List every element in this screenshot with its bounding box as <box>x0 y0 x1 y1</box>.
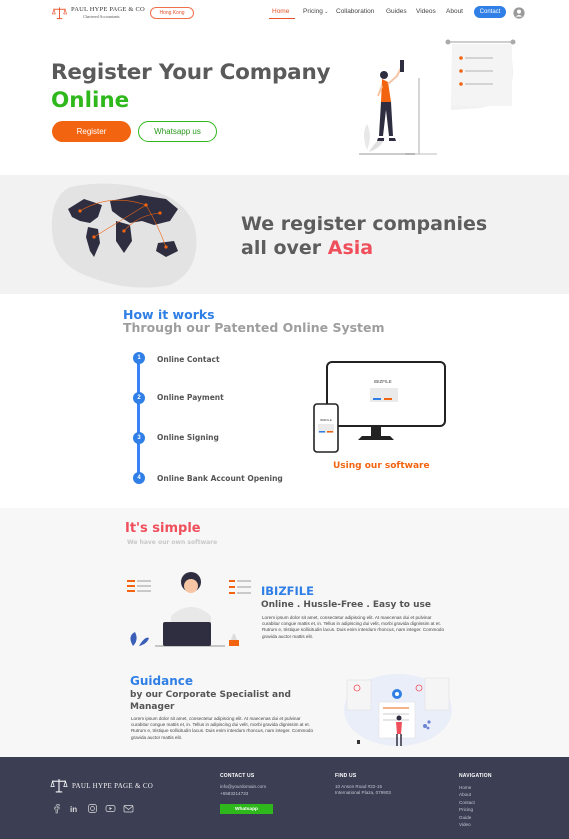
footer-nav-video[interactable]: Video <box>459 821 475 828</box>
footer-phone[interactable]: +6583214733 <box>220 791 248 797</box>
footer-nav-guide[interactable]: Guide <box>459 814 475 821</box>
logo-subtitle: Chartered Accountants <box>83 13 120 19</box>
how-it-works-subtitle: Through our Patented Online System <box>123 320 385 335</box>
footer-logo[interactable]: PAUL HYPE PAGE & CO <box>50 778 153 793</box>
step-number: 1 <box>133 352 145 364</box>
step-number: 4 <box>133 472 145 484</box>
ibizfile-screen-label: IBIZFILE <box>374 379 392 384</box>
nav-home[interactable]: Home <box>272 8 289 15</box>
mail-icon[interactable] <box>123 801 134 813</box>
guidance-subtitle: by our Corporate Specialist and Manager <box>130 690 291 712</box>
whatsapp-button[interactable]: Whatsapp us <box>138 121 217 142</box>
hero-title: Register Your Company <box>51 60 331 85</box>
asia-heading-line2: all over Asia <box>241 237 373 259</box>
ibizfile-title: IBIZFILE <box>261 584 314 598</box>
devices-illustration: IBIZFILE IBIZFILE <box>313 361 446 453</box>
linkedin-icon[interactable]: in <box>69 801 80 814</box>
step-number: 3 <box>133 432 145 444</box>
footer-nav-about[interactable]: About <box>459 791 475 798</box>
step-label: Online Bank Account Opening <box>157 474 283 483</box>
asia-section: We register companies all over Asia <box>0 175 569 294</box>
step-label: Online Signing <box>157 433 219 442</box>
footer-find-heading: FIND US <box>335 773 357 779</box>
footer-nav-heading: NAVIGATION <box>459 773 492 779</box>
nav-collaboration[interactable]: Collaboration <box>336 8 374 15</box>
youtube-icon[interactable] <box>105 801 116 812</box>
contact-button[interactable]: Contact <box>474 6 506 18</box>
register-button[interactable]: Register <box>52 121 131 142</box>
svg-text:in: in <box>70 805 77 814</box>
footer-logo-name: PAUL HYPE PAGE & CO <box>72 781 154 790</box>
ibizfile-illustration <box>127 572 251 647</box>
footer-contact-heading: CONTACT US <box>220 773 255 779</box>
world-map-illustration <box>51 183 197 288</box>
step-number: 2 <box>133 392 145 404</box>
scale-icon <box>50 779 68 793</box>
site-footer: PAUL HYPE PAGE & CO in CONTACT US info@y… <box>0 757 569 839</box>
footer-address-line2: International Plaza, 079903 <box>335 790 391 795</box>
footer-nav-contact[interactable]: Contact <box>459 799 475 806</box>
nav-pricing[interactable]: Pricing ⌄ <box>303 8 328 15</box>
simple-title: It's simple <box>125 521 201 536</box>
ibizfile-phone-label: IBIZFILE <box>320 418 332 422</box>
region-selector[interactable]: Hong Kong <box>150 7 194 19</box>
using-software-label: Using our software <box>333 461 430 471</box>
nav-active-indicator <box>269 18 295 19</box>
asia-highlight: Asia <box>327 237 374 259</box>
nav-guides[interactable]: Guides <box>386 8 407 15</box>
guidance-title: Guidance <box>130 674 193 688</box>
user-icon[interactable] <box>513 7 525 19</box>
steps-timeline <box>137 356 140 480</box>
scale-icon <box>52 7 67 20</box>
simple-subtitle: We have our own software <box>127 539 218 546</box>
chevron-down-icon: ⌄ <box>322 9 329 15</box>
social-links: in <box>51 801 134 814</box>
logo[interactable]: PAUL HYPE PAGE & CO Chartered Accountant… <box>52 6 145 20</box>
footer-nav-home[interactable]: Home <box>459 784 475 791</box>
guidance-description: Lorem ipsum dolor sit amet, consectetur … <box>131 716 314 740</box>
ibizfile-tagline: Online . Hussle-Free . Easy to use <box>261 600 431 610</box>
hero-title-highlight: Online <box>51 88 130 113</box>
footer-whatsapp-button[interactable]: Whatsapp <box>220 804 273 814</box>
nav-pricing-label: Pricing <box>303 8 323 15</box>
asia-heading-prefix: all over <box>241 237 328 259</box>
asia-heading-line1: We register companies <box>241 213 488 235</box>
site-header: PAUL HYPE PAGE & CO Chartered Accountant… <box>0 0 569 26</box>
nav-videos[interactable]: Videos <box>416 8 436 15</box>
step-label: Online Contact <box>157 355 220 364</box>
simple-section: It's simple We have our own software IBI… <box>0 508 569 757</box>
hero-illustration <box>359 39 516 155</box>
footer-nav: Home About Contact Pricing Guide Video <box>459 784 475 828</box>
nav-about[interactable]: About <box>446 8 463 15</box>
instagram-icon[interactable] <box>87 801 98 813</box>
footer-email[interactable]: info@yourdomain.com <box>220 784 266 790</box>
facebook-icon[interactable] <box>51 801 62 814</box>
step-label: Online Payment <box>157 393 224 402</box>
ibizfile-description: Lorem ipsum dolor sit amet, consectetur … <box>262 615 445 639</box>
logo-name: PAUL HYPE PAGE & CO <box>71 6 145 14</box>
footer-nav-pricing[interactable]: Pricing <box>459 806 475 813</box>
guidance-illustration <box>344 674 452 746</box>
